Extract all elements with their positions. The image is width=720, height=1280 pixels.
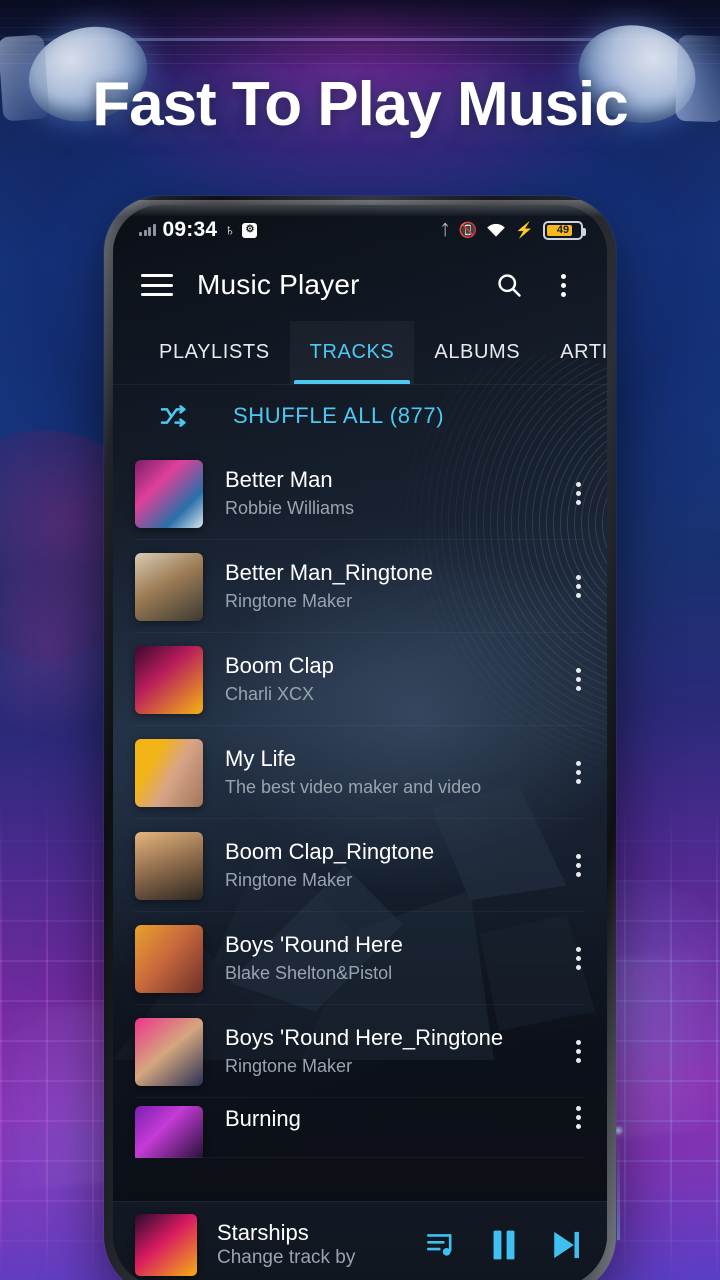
- track-overflow-icon[interactable]: [576, 1040, 581, 1063]
- track-artist: Robbie Williams: [225, 498, 355, 519]
- page-title: Music Player: [197, 269, 360, 300]
- light-ray-right: [613, 1125, 624, 1240]
- track-title: Boys 'Round Here: [225, 931, 403, 957]
- charging-bolt-icon: ⚡: [515, 221, 534, 239]
- album-art: [135, 552, 203, 621]
- now-playing-art: [135, 1213, 197, 1276]
- table-row[interactable]: My Life The best video maker and video: [113, 726, 607, 819]
- battery-percent: 49: [556, 224, 570, 236]
- track-overflow-icon[interactable]: [576, 761, 581, 784]
- shuffle-all-button[interactable]: SHUFFLE ALL (877): [113, 385, 607, 447]
- track-title: Boys 'Round Here_Ringtone: [225, 1024, 504, 1050]
- status-bar: 09:34 ♄ ⚙ ᛏ 📵 ⚡ 49: [113, 205, 607, 249]
- track-artist: Ringtone Maker: [225, 1056, 353, 1077]
- table-row[interactable]: Better Man Robbie Williams: [113, 447, 607, 540]
- bluetooth-icon: ᛏ: [440, 221, 450, 239]
- phone-screen: 09:34 ♄ ⚙ ᛏ 📵 ⚡ 49 Music Player PLAYLIST…: [113, 205, 607, 1280]
- shuffle-icon: [160, 405, 186, 427]
- tab-tracks[interactable]: TRACKS: [289, 321, 415, 384]
- track-artist: Ringtone Maker: [225, 870, 353, 891]
- now-playing-bar[interactable]: Starships Change track by: [113, 1201, 607, 1280]
- table-row[interactable]: Boys 'Round Here Blake Shelton&Pistol: [113, 912, 607, 1005]
- table-row[interactable]: Burning: [113, 1098, 607, 1158]
- track-title: Burning: [225, 1106, 301, 1131]
- table-row[interactable]: Boys 'Round Here_Ringtone Ringtone Maker: [113, 1005, 607, 1098]
- shuffle-all-label: SHUFFLE ALL (877): [233, 403, 445, 428]
- overflow-menu-icon[interactable]: [545, 267, 581, 303]
- track-title: Better Man_Ringtone: [225, 559, 433, 585]
- track-title: My Life: [225, 745, 296, 771]
- adb-icon: ⚙: [242, 222, 258, 238]
- pause-icon[interactable]: [489, 1228, 519, 1262]
- track-title: Boom Clap: [225, 652, 334, 678]
- phone-frame: 09:34 ♄ ⚙ ᛏ 📵 ⚡ 49 Music Player PLAYLIST…: [104, 196, 616, 1280]
- status-clock: 09:34: [162, 218, 218, 241]
- wifi-icon: [487, 223, 506, 237]
- now-playing-subtitle: Change track by: [217, 1247, 356, 1269]
- track-list[interactable]: Better Man Robbie Williams Better Man_Ri…: [113, 447, 607, 1201]
- promo-headline: Fast To Play Music: [92, 70, 629, 139]
- usb-icon: ♄: [224, 221, 236, 239]
- app-bar: Music Player: [113, 249, 607, 321]
- track-overflow-icon[interactable]: [576, 482, 581, 505]
- track-overflow-icon[interactable]: [576, 1106, 581, 1129]
- next-track-icon[interactable]: [549, 1228, 583, 1262]
- track-title: Better Man: [225, 466, 333, 492]
- track-overflow-icon[interactable]: [576, 575, 581, 598]
- album-art: [135, 645, 203, 714]
- table-row[interactable]: Boom Clap_Ringtone Ringtone Maker: [113, 819, 607, 912]
- hamburger-menu-icon[interactable]: [141, 274, 173, 296]
- tab-albums[interactable]: ALBUMS: [414, 321, 540, 384]
- track-artist: The best video maker and video: [225, 777, 482, 798]
- track-artist: Charli XCX: [225, 684, 315, 705]
- album-art: [135, 1017, 203, 1086]
- track-overflow-icon[interactable]: [576, 947, 581, 970]
- table-row[interactable]: Better Man_Ringtone Ringtone Maker: [113, 540, 607, 633]
- album-art: [135, 459, 203, 528]
- album-art: [135, 924, 203, 993]
- playlist-queue-icon[interactable]: [425, 1230, 459, 1260]
- promo-background: Fast To Play Music 09:34 ♄ ⚙ ᛏ 📵 ⚡ 49 Mu…: [0, 0, 720, 1280]
- vibrate-icon: 📵: [458, 221, 478, 239]
- album-art: [135, 738, 203, 807]
- search-icon[interactable]: [491, 267, 527, 303]
- album-art: [135, 1106, 203, 1158]
- tab-artists[interactable]: ARTISTS: [540, 321, 607, 384]
- table-row[interactable]: Boom Clap Charli XCX: [113, 633, 607, 726]
- battery-indicator: 49: [543, 220, 586, 240]
- tab-playlists[interactable]: PLAYLISTS: [139, 321, 290, 384]
- track-overflow-icon[interactable]: [576, 854, 581, 877]
- signal-bars-icon: [139, 224, 156, 236]
- track-artist: Blake Shelton&Pistol: [225, 963, 393, 984]
- track-title: Boom Clap_Ringtone: [225, 838, 435, 864]
- track-overflow-icon[interactable]: [576, 668, 581, 691]
- track-artist: Ringtone Maker: [225, 591, 353, 612]
- now-playing-title: Starships: [217, 1219, 309, 1245]
- tab-bar: PLAYLISTS TRACKS ALBUMS ARTISTS G: [113, 321, 607, 385]
- album-art: [135, 831, 203, 900]
